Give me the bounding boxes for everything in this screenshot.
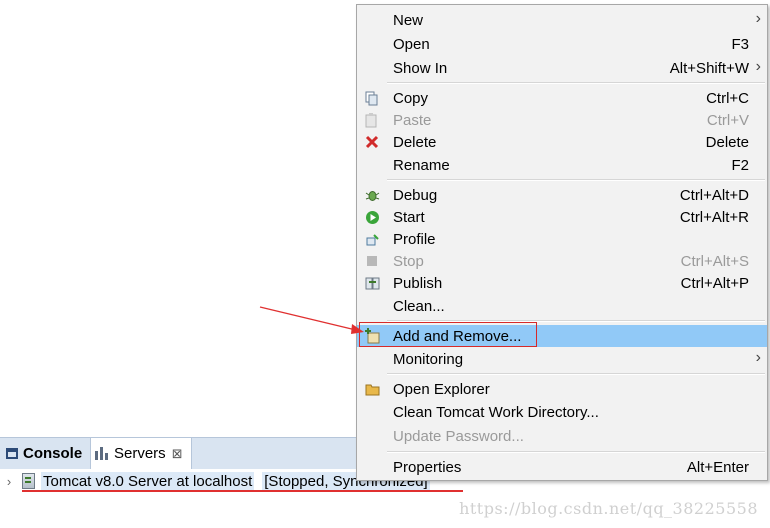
watermark: https://blog.csdn.net/qq_38225558 bbox=[459, 499, 758, 518]
annotation-arrow bbox=[259, 306, 364, 334]
